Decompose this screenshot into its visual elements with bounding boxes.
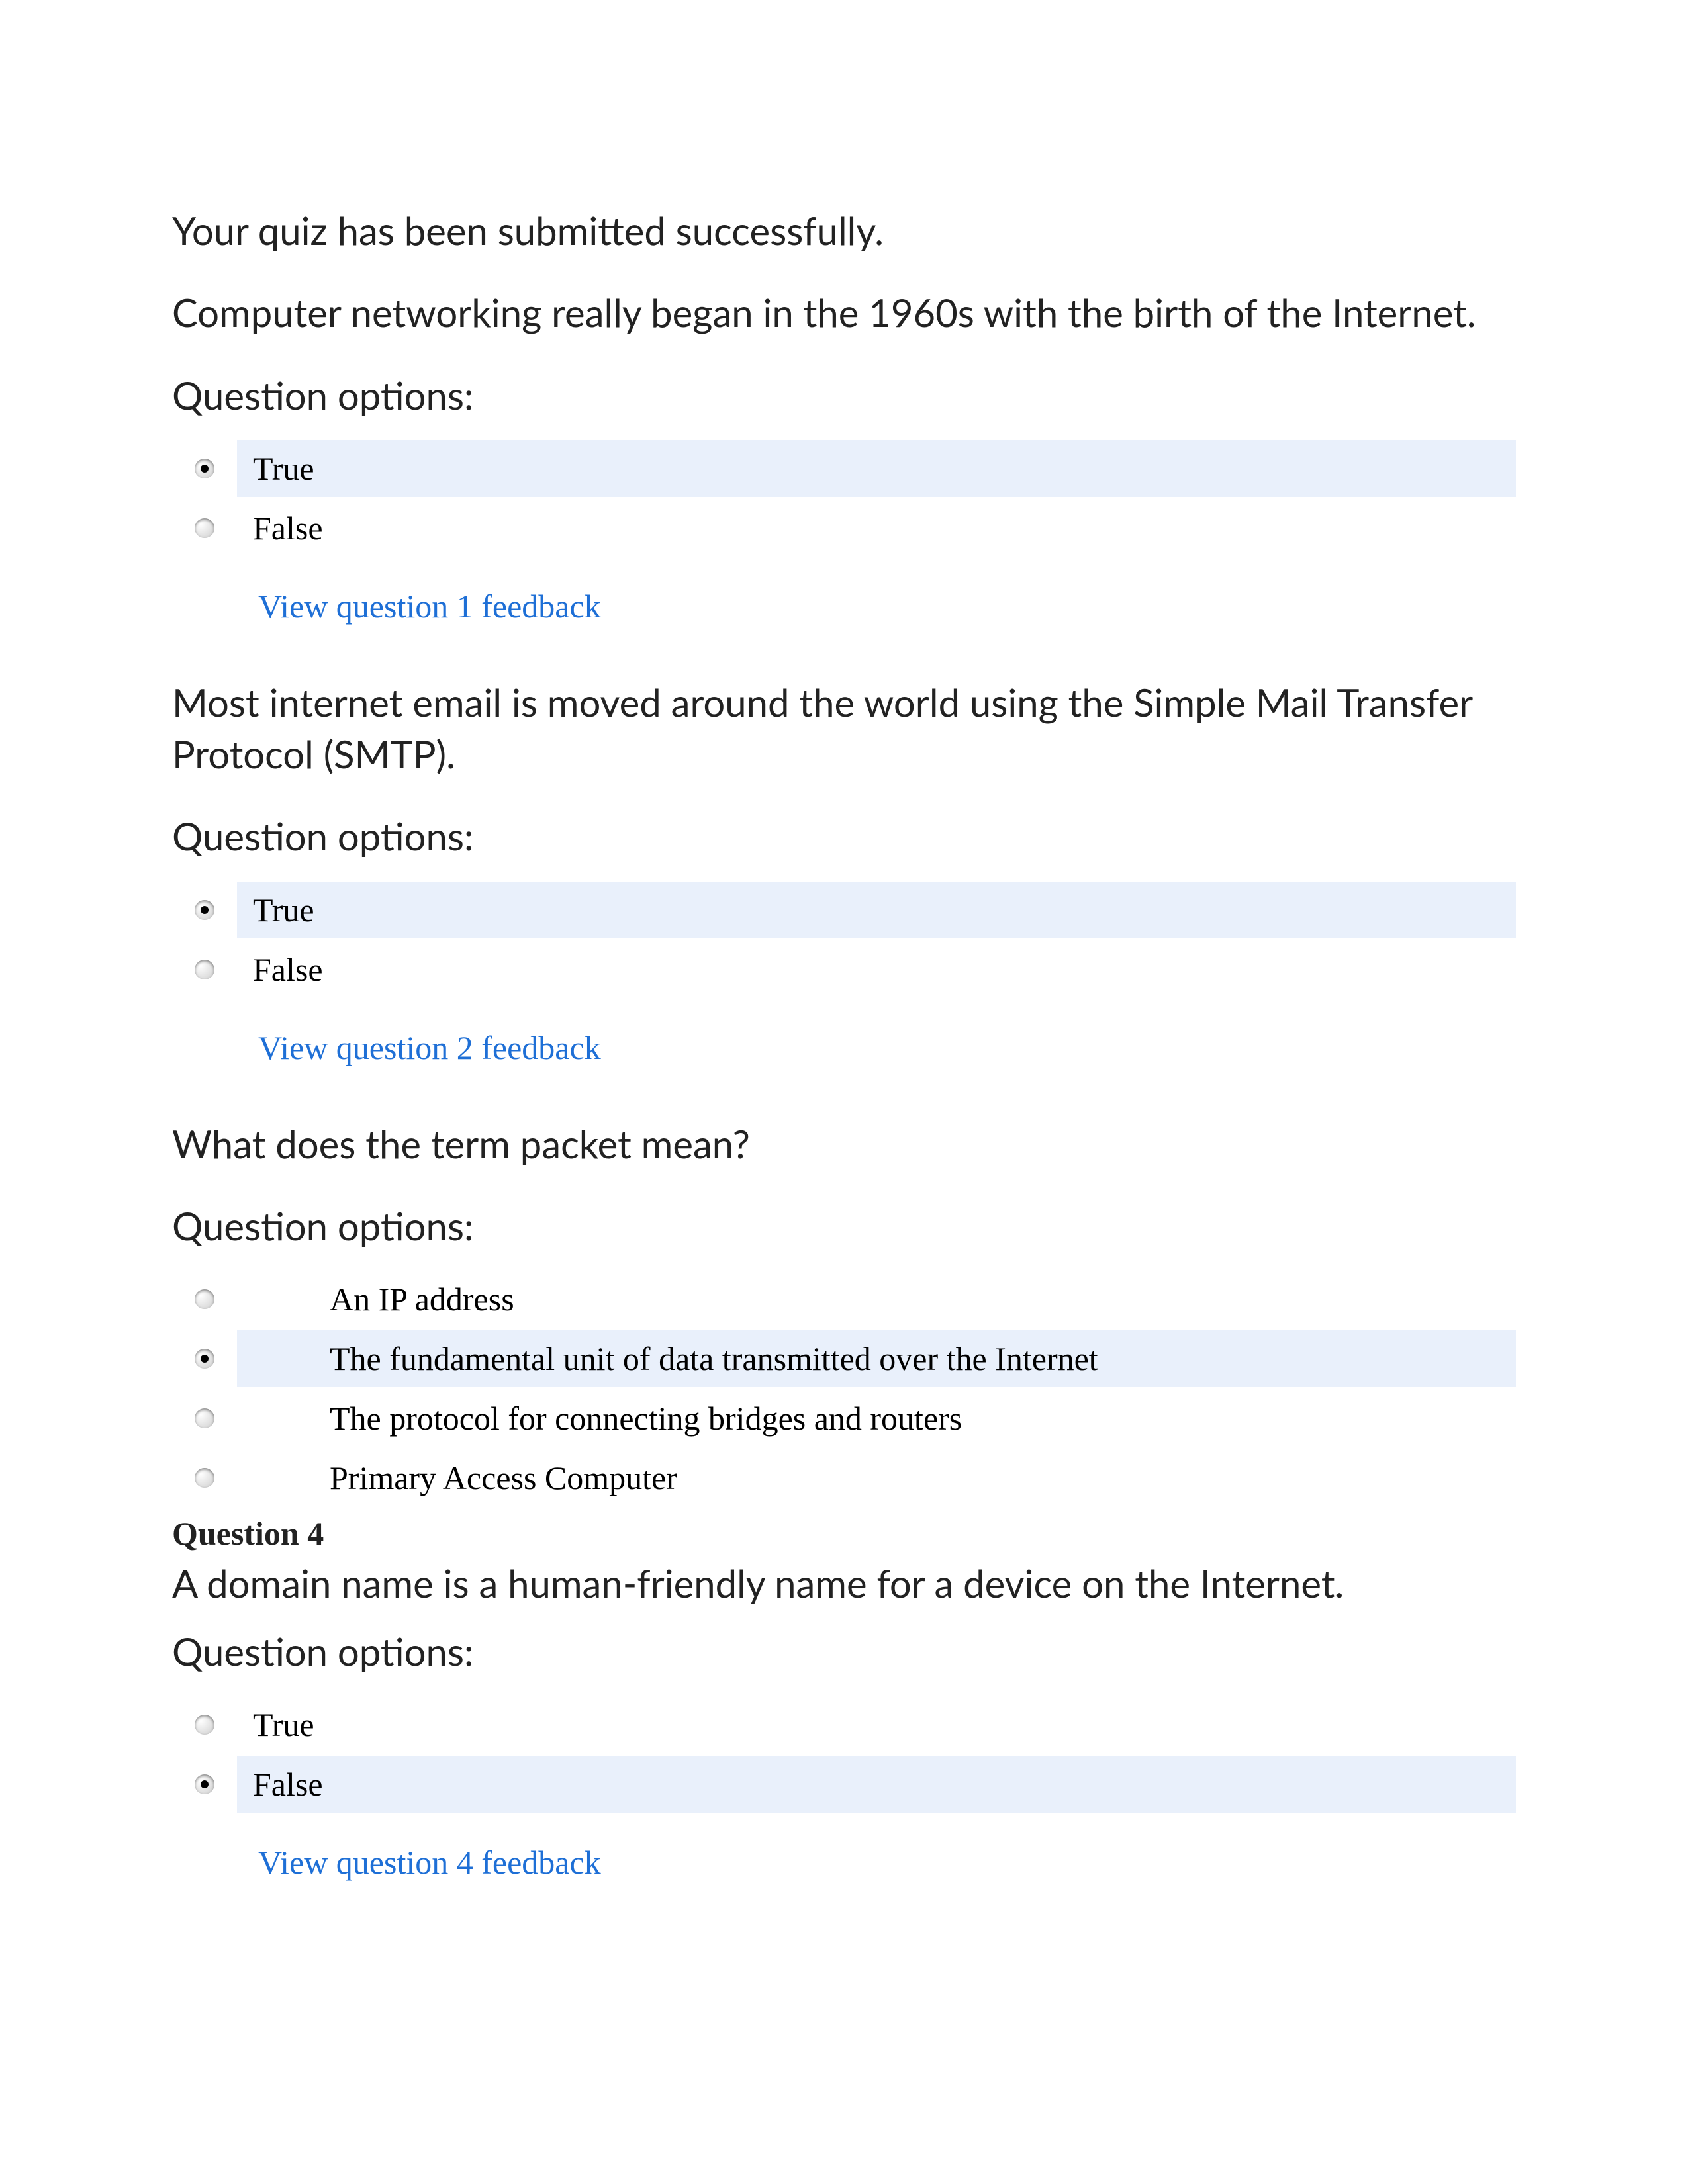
option-label: Primary Access Computer [237,1459,677,1497]
question-2-options-label: Question options: [172,811,1516,862]
question-1-feedback-link[interactable]: View question 1 feedback [258,587,601,625]
radio-unselected-icon [172,1696,237,1753]
question-1: Computer networking really began in the … [172,287,1516,625]
question-4-option-true[interactable]: True [172,1696,1516,1753]
radio-unselected-icon [172,1271,237,1328]
radio-selected-icon [172,882,237,938]
option-label: The protocol for connecting bridges and … [237,1399,962,1437]
option-label: The fundamental unit of data transmitted… [237,1340,1098,1378]
radio-unselected-icon [172,1449,237,1506]
question-2-option-true[interactable]: True [172,882,1516,938]
radio-selected-icon [172,440,237,497]
question-3-options-label: Question options: [172,1201,1516,1252]
question-2-prompt: Most internet email is moved around the … [172,677,1516,781]
option-label: True [237,1706,314,1744]
radio-selected-icon [172,1330,237,1387]
question-1-option-true[interactable]: True [172,440,1516,497]
question-4-option-false[interactable]: False [172,1756,1516,1813]
option-label: False [237,950,323,989]
question-3-option-d[interactable]: Primary Access Computer [172,1449,1516,1506]
question-1-prompt: Computer networking really began in the … [172,287,1516,339]
question-4-prompt: A domain name is a human-friendly name f… [172,1558,1516,1610]
question-3-prompt: What does the term packet mean? [172,1118,1516,1170]
option-label: True [237,891,314,929]
question-4-header: Question 4 [172,1514,1516,1553]
option-label: An IP address [237,1280,514,1318]
option-label: False [237,509,323,547]
question-2-option-false[interactable]: False [172,941,1516,998]
question-3-option-c[interactable]: The protocol for connecting bridges and … [172,1390,1516,1447]
option-label: True [237,449,314,488]
radio-unselected-icon [172,941,237,998]
question-2: Most internet email is moved around the … [172,677,1516,1067]
question-3-option-a[interactable]: An IP address [172,1271,1516,1328]
radio-selected-icon [172,1756,237,1813]
radio-unselected-icon [172,1390,237,1447]
question-3-option-b[interactable]: The fundamental unit of data transmitted… [172,1330,1516,1387]
question-1-option-false[interactable]: False [172,500,1516,557]
question-4-options-label: Question options: [172,1626,1516,1678]
question-4-feedback-link[interactable]: View question 4 feedback [258,1843,601,1882]
question-1-options-label: Question options: [172,370,1516,422]
question-3: What does the term packet mean? Question… [172,1118,1516,1507]
question-4: Question 4 A domain name is a human-frie… [172,1514,1516,1882]
option-label: False [237,1765,323,1803]
submission-confirmation: Your quiz has been submitted successfull… [172,205,1516,257]
question-2-feedback-link[interactable]: View question 2 feedback [258,1028,601,1067]
radio-unselected-icon [172,500,237,557]
